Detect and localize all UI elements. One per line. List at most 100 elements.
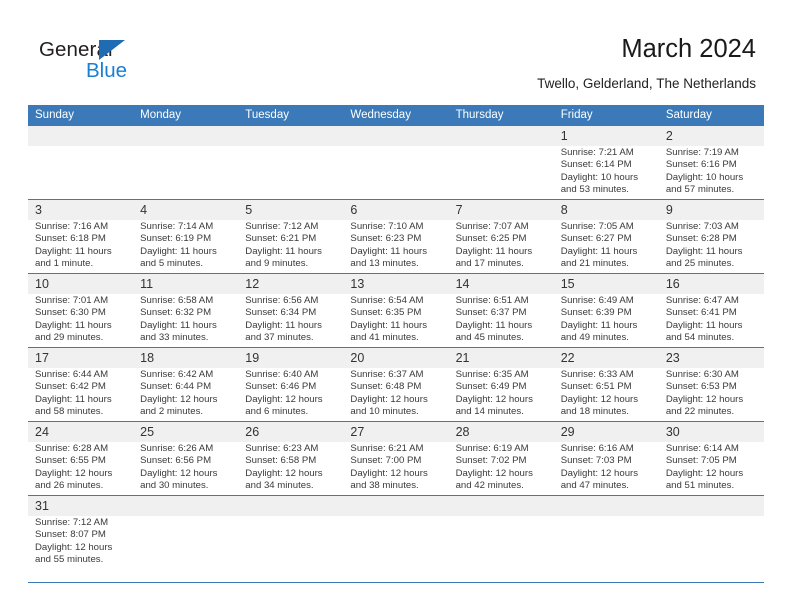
day-cell[interactable]: [553, 495, 659, 583]
day-details: Sunrise: 6:14 AM Sunset: 7:05 PM Daylight:…: [659, 442, 764, 492]
day-cell[interactable]: 10 Sunrise: 7:01 AM Sunset: 6:30 PM Dayligh…: [28, 273, 134, 348]
daylight-text-line1: Daylight: 12 hours: [350, 393, 428, 405]
daylight-text-line1: Daylight: 11 hours: [245, 319, 322, 331]
day-details: Sunrise: 6:42 AM Sunset: 6:44 PM Daylight:…: [133, 368, 238, 418]
day-cell[interactable]: 12 Sunrise: 6:56 AM Sunset: 6:34 PM Dayligh…: [238, 273, 344, 348]
day-details: Sunrise: 6:49 AM Sunset: 6:39 PM Daylight:…: [554, 294, 659, 344]
day-cell[interactable]: 16 Sunrise: 6:47 AM Sunset: 6:41 PM Dayligh…: [658, 273, 764, 348]
day-cell[interactable]: 27 Sunrise: 6:21 AM Sunset: 7:00 PM Dayligh…: [343, 421, 449, 496]
day-cell[interactable]: 31 Sunrise: 7:12 AM Sunset: 8:07 PM Dayligh…: [28, 495, 134, 583]
daylight-text-line1: Daylight: 11 hours: [665, 319, 743, 331]
day-cell[interactable]: 20 Sunrise: 6:37 AM Sunset: 6:48 PM Dayligh…: [343, 347, 449, 422]
sunset-text: Sunset: 8:07 PM: [35, 529, 106, 541]
daylight-text-line1: Daylight: 12 hours: [245, 467, 323, 479]
sunset-text: Sunset: 7:05 PM: [665, 455, 737, 467]
week-row: 10 Sunrise: 7:01 AM Sunset: 6:30 PM Dayligh…: [28, 273, 764, 348]
day-cell[interactable]: 22 Sunrise: 6:33 AM Sunset: 6:51 PM Dayligh…: [553, 347, 659, 422]
week-row: 17 Sunrise: 6:44 AM Sunset: 6:42 PM Dayligh…: [28, 347, 764, 422]
day-cell[interactable]: [448, 495, 554, 583]
day-cell[interactable]: 5 Sunrise: 7:12 AM Sunset: 6:21 PM Daylight…: [238, 199, 344, 274]
day-cell[interactable]: [448, 126, 554, 200]
sunset-text: Sunset: 6:27 PM: [560, 233, 632, 245]
day-number: [133, 126, 238, 146]
day-number: 1: [560, 129, 568, 143]
sunrise-text: Sunrise: 6:56 AM: [245, 295, 319, 306]
day-number: 13: [350, 277, 365, 291]
sunrise-text: Sunrise: 6:44 AM: [35, 369, 109, 380]
day-cell[interactable]: 26 Sunrise: 6:23 AM Sunset: 6:58 PM Dayligh…: [238, 421, 344, 496]
day-cell[interactable]: 29 Sunrise: 6:16 AM Sunset: 7:03 PM Dayligh…: [553, 421, 659, 496]
daylight-text-line1: Daylight: 10 hours: [560, 171, 639, 183]
day-cell[interactable]: 7 Sunrise: 7:07 AM Sunset: 6:25 PM Daylight…: [448, 199, 554, 274]
day-cell[interactable]: 28 Sunrise: 6:19 AM Sunset: 7:02 PM Dayligh…: [448, 421, 554, 496]
daylight-text-line1: Daylight: 12 hours: [350, 467, 428, 479]
day-cell[interactable]: 21 Sunrise: 6:35 AM Sunset: 6:49 PM Dayligh…: [448, 347, 554, 422]
day-details: Sunrise: 6:56 AM Sunset: 6:34 PM Daylight:…: [238, 294, 343, 344]
sunrise-text: Sunrise: 7:16 AM: [35, 221, 109, 232]
sunset-text: Sunset: 6:49 PM: [455, 381, 527, 393]
day-cell[interactable]: 24 Sunrise: 6:28 AM Sunset: 6:55 PM Dayligh…: [28, 421, 134, 496]
daylight-text-line1: Daylight: 11 hours: [560, 245, 638, 257]
daylight-text-line2: and 14 minutes.: [455, 405, 524, 417]
day-number: 16: [665, 277, 680, 291]
sunrise-text: Sunrise: 7:12 AM: [245, 221, 319, 232]
sunrise-text: Sunrise: 6:35 AM: [455, 369, 529, 380]
page-header: General Blue March 2024 Twello, Gelderla…: [0, 0, 792, 104]
daylight-text-line2: and 21 minutes.: [560, 257, 629, 269]
day-cell[interactable]: 2 Sunrise: 7:19 AM Sunset: 6:16 PM Daylight…: [658, 126, 764, 200]
day-cell[interactable]: 14 Sunrise: 6:51 AM Sunset: 6:37 PM Dayligh…: [448, 273, 554, 348]
day-number: [343, 496, 448, 516]
sunset-text: Sunset: 7:02 PM: [455, 455, 527, 467]
daylight-text-line1: Daylight: 11 hours: [35, 393, 112, 405]
day-cell[interactable]: 19 Sunrise: 6:40 AM Sunset: 6:46 PM Dayligh…: [238, 347, 344, 422]
week-row: 3 Sunrise: 7:16 AM Sunset: 6:18 PM Daylight…: [28, 199, 764, 274]
day-cell[interactable]: [238, 495, 344, 583]
day-cell[interactable]: 15 Sunrise: 6:49 AM Sunset: 6:39 PM Dayligh…: [553, 273, 659, 348]
daylight-text-line1: Daylight: 11 hours: [35, 245, 112, 257]
sunset-text: Sunset: 6:25 PM: [455, 233, 527, 245]
daylight-text-line1: Daylight: 12 hours: [140, 467, 218, 479]
daylight-text-line1: Daylight: 10 hours: [665, 171, 744, 183]
day-number: [449, 126, 554, 146]
daylight-text-line2: and 17 minutes.: [455, 257, 524, 269]
daylight-text-line1: Daylight: 11 hours: [140, 245, 217, 257]
day-cell[interactable]: 1 Sunrise: 7:21 AM Sunset: 6:14 PM Daylight…: [553, 126, 659, 200]
day-cell[interactable]: 6 Sunrise: 7:10 AM Sunset: 6:23 PM Daylight…: [343, 199, 449, 274]
day-details: Sunrise: 6:23 AM Sunset: 6:58 PM Daylight:…: [238, 442, 343, 492]
day-cell[interactable]: 30 Sunrise: 6:14 AM Sunset: 7:05 PM Dayligh…: [658, 421, 764, 496]
day-details: Sunrise: 6:51 AM Sunset: 6:37 PM Daylight:…: [449, 294, 554, 344]
day-cell[interactable]: 17 Sunrise: 6:44 AM Sunset: 6:42 PM Dayligh…: [28, 347, 134, 422]
day-cell[interactable]: [658, 495, 764, 583]
day-cell[interactable]: [28, 126, 134, 200]
day-cell[interactable]: 25 Sunrise: 6:26 AM Sunset: 6:56 PM Dayligh…: [133, 421, 239, 496]
day-cell[interactable]: [133, 495, 239, 583]
day-cell[interactable]: 8 Sunrise: 7:05 AM Sunset: 6:27 PM Daylight…: [553, 199, 659, 274]
day-number: [449, 496, 554, 516]
day-cell[interactable]: 11 Sunrise: 6:58 AM Sunset: 6:32 PM Dayligh…: [133, 273, 239, 348]
day-number: 15: [560, 277, 575, 291]
day-cell[interactable]: 4 Sunrise: 7:14 AM Sunset: 6:19 PM Daylight…: [133, 199, 239, 274]
day-cell[interactable]: [133, 126, 239, 200]
sunrise-text: Sunrise: 6:37 AM: [350, 369, 424, 380]
day-cell[interactable]: [343, 126, 449, 200]
sunrise-text: Sunrise: 6:40 AM: [245, 369, 319, 380]
day-number: 22: [560, 351, 575, 365]
sunrise-text: Sunrise: 7:21 AM: [560, 147, 634, 158]
day-details: Sunrise: 7:12 AM Sunset: 8:07 PM Daylight:…: [28, 516, 133, 566]
day-cell[interactable]: 3 Sunrise: 7:16 AM Sunset: 6:18 PM Daylight…: [28, 199, 134, 274]
daylight-text-line2: and 41 minutes.: [350, 331, 419, 343]
daylight-text-line1: Daylight: 12 hours: [140, 393, 218, 405]
day-details: [449, 516, 554, 517]
day-cell[interactable]: 18 Sunrise: 6:42 AM Sunset: 6:44 PM Dayligh…: [133, 347, 239, 422]
day-details: Sunrise: 6:44 AM Sunset: 6:42 PM Daylight:…: [28, 368, 133, 418]
day-cell[interactable]: [238, 126, 344, 200]
day-cell[interactable]: [343, 495, 449, 583]
day-cell[interactable]: 13 Sunrise: 6:54 AM Sunset: 6:35 PM Dayligh…: [343, 273, 449, 348]
day-details: [133, 516, 238, 517]
day-cell[interactable]: 9 Sunrise: 7:03 AM Sunset: 6:28 PM Daylight…: [658, 199, 764, 274]
day-cell[interactable]: 23 Sunrise: 6:30 AM Sunset: 6:53 PM Dayligh…: [658, 347, 764, 422]
sunset-text: Sunset: 7:00 PM: [350, 455, 422, 467]
daylight-text-line2: and 53 minutes.: [560, 183, 629, 195]
day-details: Sunrise: 7:19 AM Sunset: 6:16 PM Daylight:…: [659, 146, 764, 196]
day-number: [238, 496, 343, 516]
